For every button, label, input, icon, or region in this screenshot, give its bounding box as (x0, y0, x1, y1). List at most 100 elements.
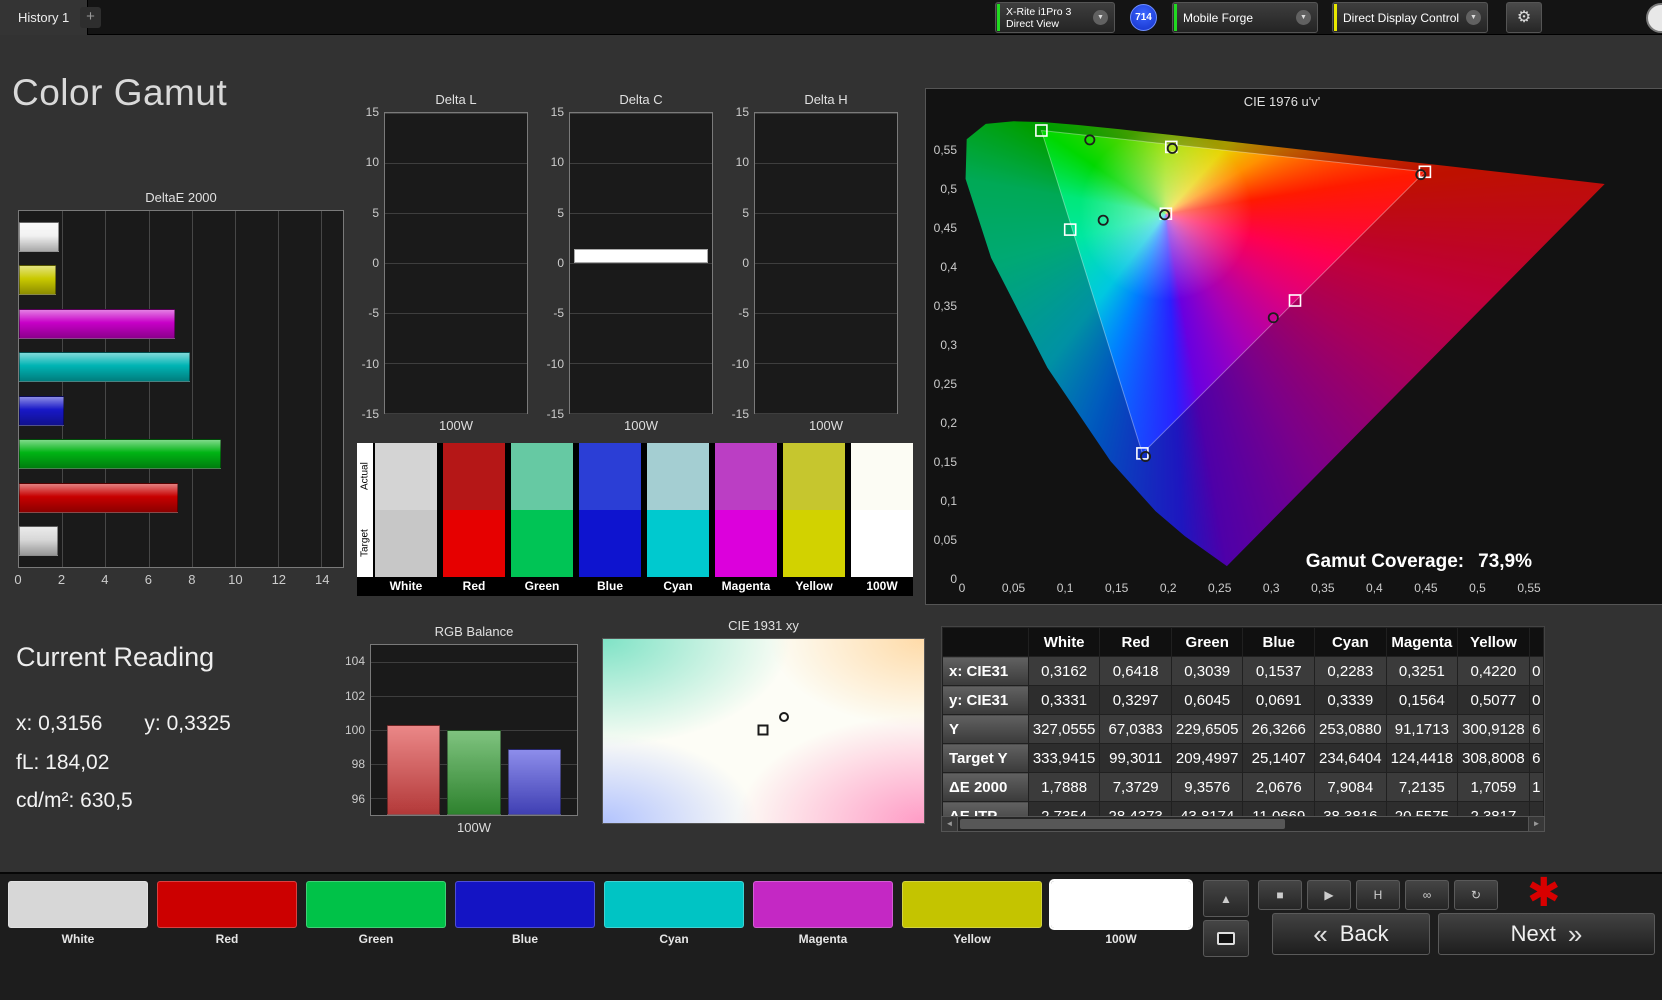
y-gridline (755, 113, 897, 114)
y-tick-label: 5 (372, 206, 379, 220)
y-gridline (570, 163, 712, 164)
table-cell: 67,0383 (1100, 715, 1172, 744)
pattern-button-magenta[interactable]: Magenta (753, 881, 893, 946)
reading-x-value: x: 0,3156 (16, 712, 102, 735)
scrollbar-thumb[interactable] (960, 819, 1285, 829)
settings-button[interactable]: ⚙ (1506, 2, 1542, 33)
measured-marker-cyan (1099, 216, 1108, 225)
pattern-source-dropdown[interactable]: Mobile Forge ▼ (1172, 2, 1318, 33)
next-button[interactable]: Next » (1438, 913, 1655, 955)
x-tick-label: 0,5 (1469, 581, 1486, 595)
display-window-icon (1217, 932, 1235, 945)
y-gridline (385, 113, 527, 114)
pattern-button-red[interactable]: Red (157, 881, 297, 946)
y-axis: 1041021009896 (336, 644, 370, 816)
x-tick-label: 0,25 (1208, 581, 1231, 595)
y-tick-label: 0,1 (940, 494, 957, 508)
table-horizontal-scrollbar[interactable]: ◄ ► (941, 816, 1545, 832)
pattern-button-green[interactable]: Green (306, 881, 446, 946)
x-tick-label: 0,15 (1105, 581, 1128, 595)
play-button[interactable]: ▶ (1307, 880, 1351, 910)
rgb-balance-plot (370, 644, 578, 816)
y-tick-label: 15 (551, 105, 564, 119)
x-tick-label: 2 (58, 572, 65, 587)
link-button[interactable]: ∞ (1405, 880, 1449, 910)
y-gridline (570, 363, 712, 364)
table-cell: 7,2135 (1386, 773, 1458, 802)
bars-group (371, 645, 577, 815)
pattern-swatch (157, 881, 297, 928)
target-swatch-100w (851, 510, 913, 577)
row-label: x: CIE31 (943, 657, 1029, 686)
measured-marker-blue (1141, 452, 1150, 461)
pattern-window-button[interactable] (1203, 920, 1249, 957)
table-row: Target Y333,941599,3011209,499725,140723… (943, 744, 1544, 773)
y-gridline (755, 313, 897, 314)
rgb-bar-blue (508, 749, 561, 815)
swatch-column-cyan: Cyan (647, 443, 709, 596)
table-cell: 333,9415 (1028, 744, 1100, 773)
row-label: y: CIE31 (943, 686, 1029, 715)
x-tick-label: 14 (315, 572, 329, 587)
actual-swatch-green (511, 443, 573, 510)
table-cell: 209,4997 (1171, 744, 1243, 773)
column-header-green: Green (1171, 628, 1243, 657)
pattern-button-yellow[interactable]: Yellow (902, 881, 1042, 946)
scroll-right-button[interactable]: ► (1528, 817, 1544, 831)
stop-icon: ■ (1276, 888, 1283, 902)
target-swatch-white (375, 510, 437, 577)
reading-y-value: y: 0,3325 (144, 712, 230, 735)
swatch-label: Blue (579, 577, 641, 596)
y-gridline (755, 263, 897, 264)
y-tick-label: 0 (557, 256, 564, 270)
table-cell: 0,5077 (1458, 686, 1530, 715)
refresh-button[interactable]: ↻ (1454, 880, 1498, 910)
y-tick-label: 10 (736, 155, 749, 169)
display-control-dropdown[interactable]: Direct Display Control ▼ (1332, 2, 1488, 33)
swatch-column-blue: Blue (579, 443, 641, 596)
bar-row-100w (19, 221, 343, 253)
meter-count-badge[interactable]: 714 (1130, 4, 1157, 31)
y-gridline (755, 413, 897, 414)
levels-button[interactable]: H (1356, 880, 1400, 910)
pattern-swatch (1051, 881, 1191, 928)
scrollbar-track[interactable] (958, 817, 1528, 831)
y-tick-label: 98 (352, 757, 365, 771)
source-status-indicator (1174, 4, 1177, 31)
table-cell: 1,7059 (1458, 773, 1530, 802)
y-tick-label: 0 (372, 256, 379, 270)
levels-icon: H (1374, 888, 1383, 902)
scroll-left-button[interactable]: ◄ (942, 817, 958, 831)
back-button[interactable]: « Back (1272, 913, 1430, 955)
pattern-button-cyan[interactable]: Cyan (604, 881, 744, 946)
column-header-yellow: Yellow (1458, 628, 1530, 657)
x-axis-label: 100W (336, 820, 578, 835)
bar-row-green (19, 438, 343, 470)
gamut-triangle-outline (1041, 131, 1425, 454)
y-axis: 151050-5-10-15 (720, 112, 754, 414)
collapse-button[interactable]: ▲ (1203, 880, 1249, 917)
table-cell: 28,4373 (1100, 802, 1172, 817)
chart-title: DeltaE 2000 (18, 190, 344, 208)
tab-history-1[interactable]: History 1 (0, 0, 88, 35)
add-tab-button[interactable]: + (80, 7, 101, 28)
pattern-button-white[interactable]: White (8, 881, 148, 946)
delta-h-chart: Delta H 151050-5-10-15 100W (720, 92, 898, 433)
deltae-bar-yellow (19, 265, 56, 295)
pattern-button-blue[interactable]: Blue (455, 881, 595, 946)
deltae-bar-100w (19, 222, 59, 252)
stop-button[interactable]: ■ (1258, 880, 1302, 910)
cie1931-chart: CIE 1931 xy (602, 618, 925, 824)
app-corner-button[interactable] (1646, 3, 1662, 33)
x-tick-label: 10 (228, 572, 242, 587)
column-header-magenta: Magenta (1386, 628, 1458, 657)
deltae2000-chart: DeltaE 2000 02468101214 (18, 190, 344, 590)
source-name-label: Mobile Forge (1173, 11, 1296, 25)
table-cell: 2,7354 (1028, 802, 1100, 817)
pattern-label: 100W (1051, 932, 1191, 946)
y-gridline (570, 313, 712, 314)
meter-dropdown[interactable]: X-Rite i1Pro 3 Direct View ▼ (995, 2, 1115, 33)
pattern-button-100w[interactable]: 100W (1051, 881, 1191, 946)
cie1931-measured-marker (779, 712, 789, 722)
x-tick-label: 0 (14, 572, 21, 587)
